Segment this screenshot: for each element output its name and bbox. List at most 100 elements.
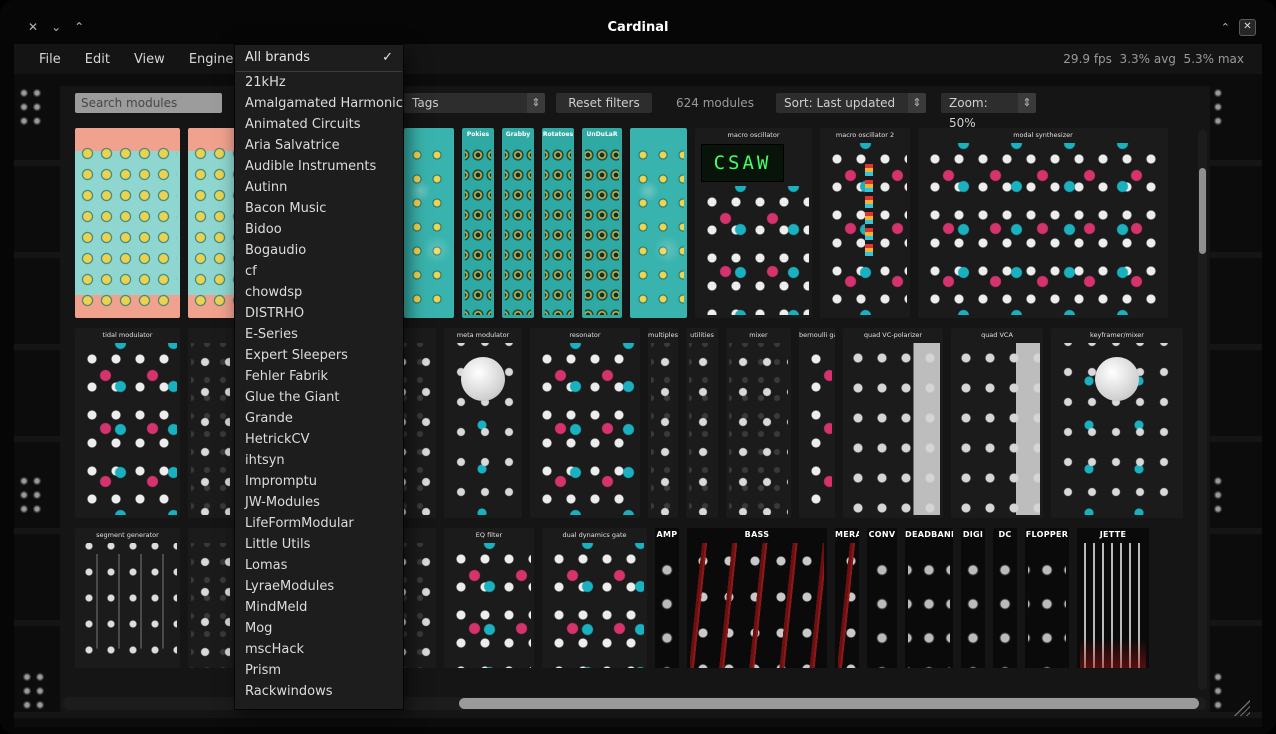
module-card[interactable]: MERA	[835, 528, 859, 668]
brand-menu-item[interactable]: Aria Salvatrice	[235, 135, 403, 156]
brand-menu-item[interactable]: Impromptu	[235, 471, 403, 492]
brand-menu-item[interactable]: HetrickCV	[235, 429, 403, 450]
horizontal-scrollbar-thumb[interactable]	[459, 698, 1199, 709]
search-input[interactable]	[75, 93, 222, 113]
brand-menu-item[interactable]: Amalgamated Harmonics	[235, 93, 403, 114]
module-face	[729, 343, 788, 515]
module-card[interactable]: EQ filter	[444, 528, 534, 668]
brand-menu-item[interactable]: Bacon Music	[235, 198, 403, 219]
vertical-scrollbar[interactable]	[1198, 130, 1207, 690]
module-card[interactable]: BASS	[687, 528, 827, 668]
module-title: dual dynamics gate	[542, 528, 647, 541]
close-icon[interactable]: ✕	[28, 20, 38, 34]
brand-menu-item[interactable]: Glue the Giant	[235, 387, 403, 408]
module-card[interactable]: DEADBAND	[905, 528, 953, 668]
chevron-up-icon[interactable]: ⌃	[74, 20, 84, 34]
module-card[interactable]: multiples	[648, 328, 678, 518]
brand-menu-item[interactable]: LyraeModules	[235, 576, 403, 597]
module-card[interactable]	[404, 128, 454, 318]
module-card[interactable]: keyframer/mixer	[1051, 328, 1183, 518]
module-card[interactable]: modal synthesizer	[918, 128, 1168, 318]
window-close-icon[interactable]: ✕	[1239, 19, 1256, 36]
module-card[interactable]: DC	[993, 528, 1017, 668]
brand-menu-item[interactable]: DISTRHO	[235, 303, 403, 324]
module-title: DIGI	[961, 528, 985, 541]
module-card[interactable]: quad VC-polarizer	[843, 328, 943, 518]
brand-menu-item[interactable]: Prism	[235, 660, 403, 681]
brand-menu-item[interactable]: ihtsyn	[235, 450, 403, 471]
zoom-dropdown[interactable]: Zoom: 50% ⇕	[941, 93, 1036, 113]
titlebar: ✕ ⌄ ⌃ Cardinal ⌃ ✕	[0, 10, 1276, 44]
menu-item[interactable]: Edit	[76, 48, 119, 71]
menu-item[interactable]: View	[125, 48, 174, 71]
brand-menu-item[interactable]: Expert Sleepers	[235, 345, 403, 366]
keep-on-top-icon[interactable]: ⌃	[1221, 21, 1230, 34]
module-card[interactable]	[188, 528, 233, 668]
module-face	[954, 343, 1040, 515]
vertical-scrollbar-thumb[interactable]	[1199, 168, 1206, 254]
module-card[interactable]: UnDuLaR	[582, 128, 622, 318]
module-card[interactable]: JETTE	[1077, 528, 1149, 668]
sort-dropdown[interactable]: Sort: Last updated ⇕	[776, 93, 926, 113]
reset-filters-button[interactable]: Reset filters	[556, 93, 652, 113]
brand-menu-item[interactable]: Bogaudio	[235, 240, 403, 261]
brand-menu-item[interactable]: Rackwindows	[235, 681, 403, 702]
brand-menu-item[interactable]: LifeFormModular	[235, 513, 403, 534]
module-card[interactable]: DIGI	[961, 528, 985, 668]
tags-dropdown[interactable]: Tags ⇕	[404, 93, 545, 113]
brand-menu-item[interactable]: Grande	[235, 408, 403, 429]
resize-grip[interactable]	[1234, 700, 1250, 716]
brand-menu-item-all-brands[interactable]: All brands ✓	[235, 45, 403, 71]
brand-menu-item[interactable]: Lomas	[235, 555, 403, 576]
brand-menu-item[interactable]: Mog	[235, 618, 403, 639]
brand-menu-item[interactable]: Audible Instruments	[235, 156, 403, 177]
brand-menu-item[interactable]: Fehler Fabrik	[235, 366, 403, 387]
brand-menu-item[interactable]: MindMeld	[235, 597, 403, 618]
module-card[interactable]	[188, 128, 238, 318]
module-card[interactable]: segment generator	[75, 528, 180, 668]
module-card[interactable]: Pokies	[462, 128, 494, 318]
brand-menu-item[interactable]: JW-Modules	[235, 492, 403, 513]
brand-menu-item[interactable]: mscHack	[235, 639, 403, 660]
module-face	[1054, 343, 1180, 515]
zoom-dropdown-label: Zoom: 50%	[949, 93, 1018, 113]
module-card[interactable]: bernoulli gate	[799, 328, 835, 518]
brand-menu-item[interactable]: Animated Circuits	[235, 114, 403, 135]
module-card[interactable]: resonator	[530, 328, 640, 518]
module-card[interactable]	[75, 128, 180, 318]
menu-item[interactable]: Engine	[180, 48, 243, 71]
module-title	[404, 128, 454, 141]
module-card[interactable]: AMP	[655, 528, 679, 668]
brand-menu-item[interactable]: Little Utils	[235, 534, 403, 555]
module-card[interactable]: utilities	[686, 328, 718, 518]
module-browser: Tags ⇕ Reset filters 624 modules Sort: L…	[60, 86, 1210, 712]
brand-menu-item[interactable]: cf	[235, 261, 403, 282]
brand-menu-item[interactable]: E-Series	[235, 324, 403, 345]
menu-item[interactable]: File	[30, 48, 70, 71]
module-card[interactable]: mixer	[726, 328, 791, 518]
module-card[interactable]	[188, 328, 233, 518]
module-card[interactable]: macro oscillator 2	[820, 128, 910, 318]
chevron-down-icon[interactable]: ⌄	[51, 20, 61, 34]
module-face	[78, 543, 177, 668]
brand-menu-item[interactable]: 21kHz	[235, 72, 403, 93]
brand-menu-item[interactable]: chowdsp	[235, 282, 403, 303]
rack-screws	[22, 672, 48, 714]
module-card[interactable]: Rotatoes	[542, 128, 574, 318]
module-card[interactable]: meta modulator	[444, 328, 522, 518]
module-card[interactable]: dual dynamics gate	[542, 528, 647, 668]
brand-menu-item[interactable]: Autinn	[235, 177, 403, 198]
module-card[interactable]: Grabby	[502, 128, 534, 318]
module-face	[846, 343, 940, 515]
module-card[interactable]: tidal modulator	[75, 328, 180, 518]
module-face	[505, 143, 531, 315]
brand-menu-item[interactable]: Bidoo	[235, 219, 403, 240]
module-card[interactable]: FLOPPER	[1025, 528, 1069, 668]
updown-icon: ⇕	[527, 93, 545, 113]
module-title	[188, 328, 233, 341]
module-card[interactable]: quad VCA	[951, 328, 1043, 518]
module-title: multiples	[648, 328, 678, 341]
module-card[interactable]	[630, 128, 687, 318]
module-card[interactable]: macro oscillator CSAW	[695, 128, 812, 318]
module-card[interactable]: CONV	[867, 528, 897, 668]
